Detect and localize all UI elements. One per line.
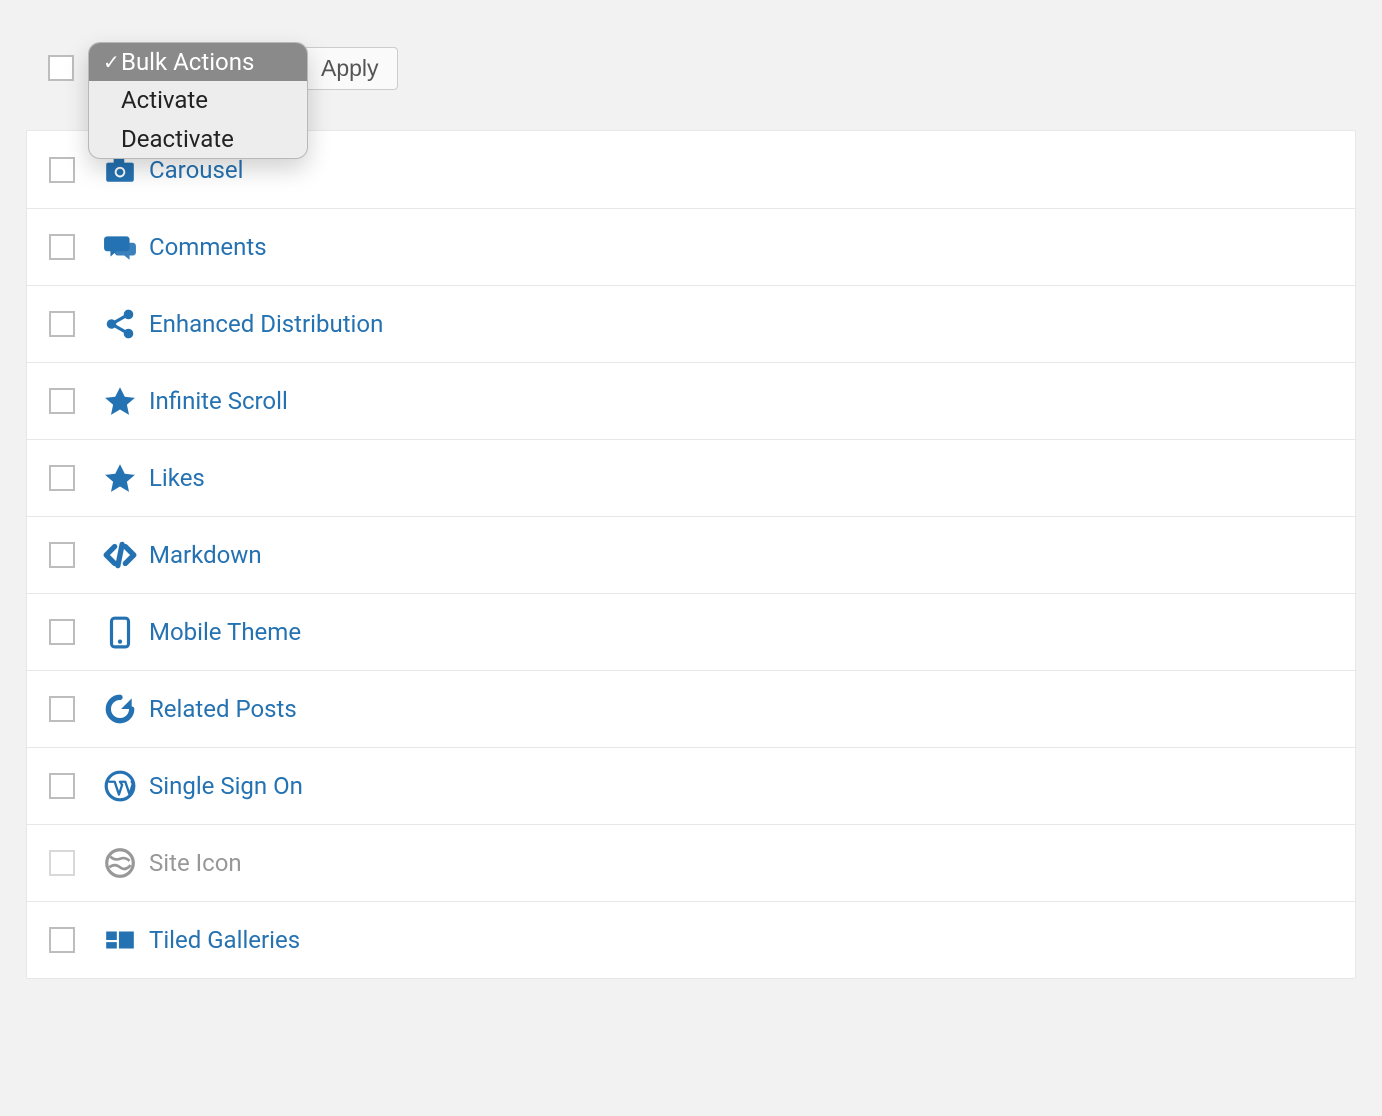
dropdown-option-bulk-actions[interactable]: ✓ Bulk Actions [89, 43, 307, 81]
dropdown-option-deactivate[interactable]: ✓ Deactivate [89, 120, 307, 158]
bulk-actions-dropdown[interactable]: ✓ Bulk Actions ✓ Activate ✓ Deactivate [88, 42, 308, 159]
dropdown-option-activate[interactable]: ✓ Activate [89, 81, 307, 119]
select-all-checkbox[interactable] [48, 55, 74, 81]
apply-button[interactable]: Apply [302, 47, 398, 90]
check-icon: ✓ [103, 49, 121, 76]
dropdown-option-label: Bulk Actions [121, 46, 254, 78]
dropdown-option-label: Deactivate [121, 123, 234, 155]
bulk-actions-toolbar: Apply ✓ Bulk Actions ✓ Activate ✓ Deacti… [0, 0, 1382, 130]
dropdown-option-label: Activate [121, 84, 208, 116]
